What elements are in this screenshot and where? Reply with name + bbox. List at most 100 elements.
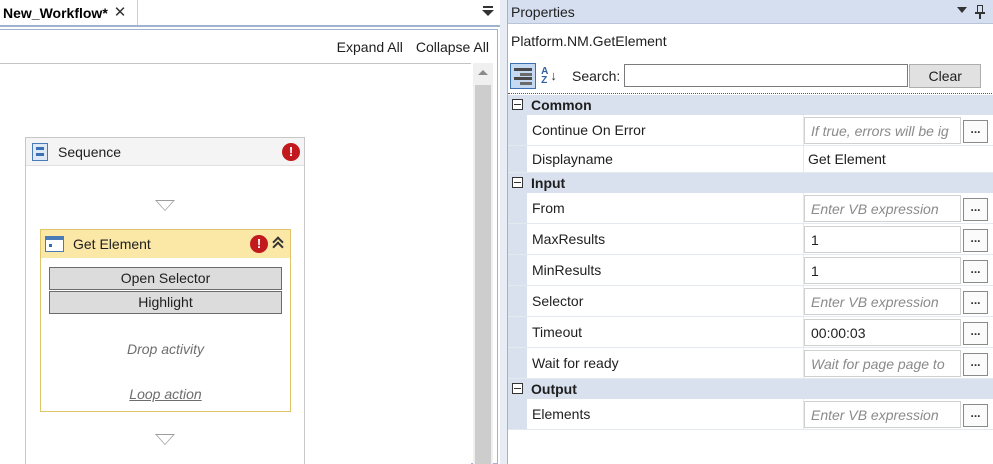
- scroll-up-icon[interactable]: [478, 70, 488, 75]
- ellipsis-button[interactable]: ...: [963, 353, 988, 376]
- error-icon[interactable]: !: [282, 143, 300, 161]
- sort-alphabetical-icon: A Z ↓: [541, 65, 557, 86]
- property-value-field[interactable]: 1: [804, 257, 961, 284]
- property-value-cell: Wait for page page to...: [804, 348, 993, 378]
- category-output[interactable]: Output: [508, 379, 993, 399]
- selected-object-type: Platform.NM.GetElement: [511, 33, 667, 49]
- collapse-minus-icon[interactable]: [512, 99, 523, 110]
- row-gutter: [508, 193, 527, 223]
- error-icon[interactable]: !: [250, 235, 268, 253]
- panel-menu-icon[interactable]: [957, 7, 967, 13]
- property-name: Wait for ready: [527, 348, 804, 378]
- get-element-activity[interactable]: Get Element ! Open Selector Highlight Dr…: [40, 229, 291, 412]
- property-value-cell: 1...: [804, 224, 993, 254]
- property-name: Elements: [527, 399, 804, 429]
- ellipsis-button[interactable]: ...: [963, 322, 988, 345]
- property-value-field[interactable]: Get Element: [804, 151, 886, 167]
- sequence-activity[interactable]: Sequence ! Get Element ! Open Selector H…: [25, 137, 305, 464]
- expand-all-button[interactable]: Expand All: [337, 39, 403, 55]
- row-gutter: [508, 348, 527, 378]
- property-value-field[interactable]: 00:00:03: [804, 319, 961, 346]
- row-gutter: [508, 224, 527, 254]
- document-tabstrip: New_Workflow* ✕: [0, 0, 500, 27]
- property-value-field[interactable]: Enter VB expression: [804, 401, 961, 428]
- collapse-minus-icon[interactable]: [512, 383, 523, 394]
- property-name: Continue On Error: [527, 115, 804, 145]
- property-value-cell: Enter VB expression...: [804, 193, 993, 223]
- row-gutter: [508, 146, 527, 172]
- collapse-chevron-icon[interactable]: [272, 235, 286, 253]
- property-value-field[interactable]: Enter VB expression: [804, 288, 961, 315]
- activity-header[interactable]: Get Element !: [41, 230, 290, 258]
- property-name: MaxResults: [527, 224, 804, 254]
- properties-toolbar: A Z ↓ Search: Clear: [508, 61, 993, 90]
- row-gutter: [508, 255, 527, 285]
- categorized-view-button[interactable]: [510, 62, 536, 89]
- property-row: Elements Enter VB expression...: [508, 399, 993, 430]
- collapse-minus-icon[interactable]: [512, 177, 523, 188]
- property-row: Timeout 00:00:03...: [508, 317, 993, 348]
- open-selector-button[interactable]: Open Selector: [49, 267, 282, 290]
- ellipsis-button[interactable]: ...: [963, 229, 988, 252]
- property-value-cell: 1...: [804, 255, 993, 285]
- property-value-cell: If true, errors will be ig...: [804, 115, 993, 145]
- collapse-all-button[interactable]: Collapse All: [416, 39, 489, 55]
- properties-panel: Properties Platform.NM.GetElement A Z ↓ Se…: [507, 0, 993, 464]
- drop-activity-placeholder[interactable]: Drop activity: [41, 341, 290, 357]
- row-gutter: [508, 286, 527, 316]
- alphabetical-sort-button[interactable]: A Z ↓: [536, 63, 562, 89]
- property-name: From: [527, 193, 804, 223]
- category-input[interactable]: Input: [508, 173, 993, 193]
- category-common[interactable]: Common: [508, 95, 993, 115]
- tab-new-workflow[interactable]: New_Workflow* ✕: [0, 0, 138, 25]
- ellipsis-button[interactable]: ...: [963, 120, 988, 143]
- property-value-field[interactable]: If true, errors will be ig: [804, 117, 961, 144]
- category-label: Common: [531, 96, 592, 113]
- property-row: MaxResults 1...: [508, 224, 993, 255]
- ellipsis-button[interactable]: ...: [963, 291, 988, 314]
- property-row: Wait for ready Wait for page page to...: [508, 348, 993, 379]
- category-label: Input: [531, 174, 566, 191]
- ellipsis-button[interactable]: ...: [963, 198, 988, 221]
- pane-splitter[interactable]: [500, 0, 507, 464]
- vertical-scrollbar[interactable]: [473, 63, 493, 464]
- activity-title: Get Element: [73, 236, 151, 252]
- properties-titlebar: Properties: [508, 0, 993, 24]
- property-row: Selector Enter VB expression...: [508, 286, 993, 317]
- ellipsis-button[interactable]: ...: [963, 404, 988, 427]
- property-value-cell: Enter VB expression...: [804, 399, 993, 429]
- sequence-title: Sequence: [58, 143, 122, 160]
- categorized-icon: [514, 67, 532, 85]
- property-row: Displayname Get Element: [508, 146, 993, 173]
- clear-search-button[interactable]: Clear: [909, 63, 982, 88]
- property-name: Timeout: [527, 317, 804, 347]
- property-value-cell: 00:00:03...: [804, 317, 993, 347]
- window-element-icon: [45, 236, 64, 252]
- property-value-field[interactable]: Enter VB expression: [804, 195, 961, 222]
- highlight-button[interactable]: Highlight: [49, 291, 282, 314]
- search-input[interactable]: [624, 64, 909, 87]
- designer-toolbar: Expand All Collapse All: [337, 39, 489, 55]
- row-gutter: [508, 399, 527, 429]
- ellipsis-button[interactable]: ...: [963, 260, 988, 283]
- property-value-field[interactable]: Wait for page page to: [804, 350, 961, 377]
- property-row: From Enter VB expression...: [508, 193, 993, 224]
- category-label: Output: [531, 380, 577, 397]
- property-grid: Common Continue On Error If true, errors w…: [508, 93, 993, 430]
- property-value-cell: Get Element: [804, 146, 993, 172]
- tab-list-dropdown-icon[interactable]: [482, 6, 494, 18]
- drop-target-arrow-icon[interactable]: [155, 200, 175, 211]
- property-name: Displayname: [527, 146, 804, 172]
- drop-target-arrow-icon[interactable]: [155, 434, 175, 445]
- row-gutter: [508, 317, 527, 347]
- close-icon[interactable]: ✕: [114, 5, 127, 20]
- tab-title: New_Workflow*: [3, 4, 108, 21]
- sequence-icon: [32, 142, 48, 161]
- loop-action-link[interactable]: Loop action: [41, 386, 290, 402]
- property-name: MinResults: [527, 255, 804, 285]
- scrollbar-thumb[interactable]: [475, 85, 491, 464]
- row-gutter: [508, 115, 527, 145]
- property-value-field[interactable]: 1: [804, 226, 961, 253]
- sequence-header[interactable]: Sequence !: [26, 138, 304, 166]
- pin-icon[interactable]: [975, 5, 985, 19]
